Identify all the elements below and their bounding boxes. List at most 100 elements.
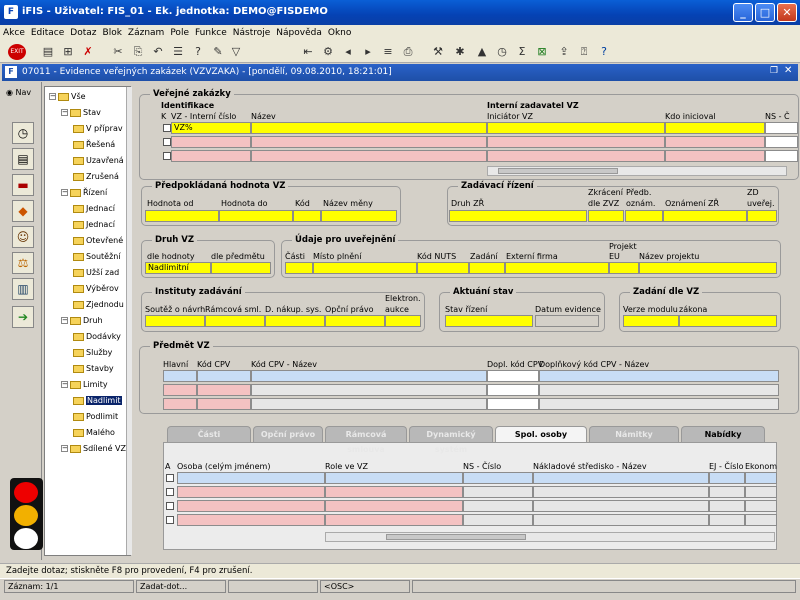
tools-icon[interactable]: ✎ [210, 44, 226, 60]
soutez-field[interactable] [145, 315, 205, 327]
tree-item[interactable]: Otevřené [73, 235, 123, 247]
menu-nastroje[interactable]: Nástroje [230, 28, 274, 38]
settings-icon[interactable]: ≡ [380, 44, 396, 60]
tree-item[interactable]: Malého [73, 427, 115, 439]
tree-item[interactable]: Užší zad [73, 267, 119, 279]
osoby-cell[interactable] [745, 500, 777, 512]
osoby-cell[interactable] [745, 514, 777, 526]
first-icon[interactable]: ⇤ [300, 44, 316, 60]
export-icon[interactable]: ⇪ [556, 44, 572, 60]
predmet-row2-kod[interactable] [197, 384, 251, 396]
tree-item[interactable]: Řešená [73, 139, 115, 151]
dle-predmetu-field[interactable] [211, 262, 271, 274]
prev-icon[interactable]: ◂ [340, 44, 356, 60]
copy-icon[interactable]: ⎘ [130, 44, 146, 60]
info-icon[interactable]: ? [596, 44, 612, 60]
osoby-cell[interactable] [325, 486, 463, 498]
menu-zaznam[interactable]: Záznam [125, 28, 167, 38]
osoby-cell[interactable] [709, 500, 745, 512]
osoby-cell[interactable] [325, 472, 463, 484]
osoby-cell[interactable] [177, 500, 325, 512]
osoby-cell[interactable] [533, 500, 709, 512]
kod-field[interactable] [293, 210, 321, 222]
osoby-cell[interactable] [463, 500, 533, 512]
minimize-button[interactable]: _ [733, 3, 753, 22]
zakona-field[interactable] [679, 315, 777, 327]
aukce-field[interactable] [385, 315, 421, 327]
execute-icon[interactable]: ⚙ [320, 44, 336, 60]
tree-item[interactable]: Podlimit [73, 411, 118, 423]
scales-button[interactable]: ⚖ [12, 252, 34, 274]
tab-namitky[interactable]: Námitky [589, 426, 679, 442]
scissors-icon[interactable]: ✂ [110, 44, 126, 60]
row1-checkbox[interactable] [163, 124, 171, 132]
dle-hodnoty-field[interactable]: Nadlimitní [145, 262, 211, 274]
expand-icon[interactable]: − [61, 445, 68, 452]
menu-napoveda[interactable]: Nápověda [273, 28, 325, 38]
ramcova-field[interactable] [205, 315, 265, 327]
expand-icon[interactable]: − [49, 93, 56, 100]
excel-icon[interactable]: ⊠ [534, 44, 550, 60]
osoby-cell[interactable] [463, 486, 533, 498]
notebook-button[interactable]: ▤ [12, 148, 34, 170]
osoby-cell[interactable] [533, 486, 709, 498]
dns-field[interactable] [265, 315, 325, 327]
tree-item[interactable]: − Limity [61, 379, 108, 391]
zkraceni-field[interactable] [588, 210, 624, 222]
predmet-row2-hlavni[interactable] [163, 384, 197, 396]
predb-field[interactable] [625, 210, 663, 222]
mena-field[interactable] [321, 210, 397, 222]
vz-hscrollbar[interactable] [487, 166, 787, 176]
nazev-projektu-field[interactable] [639, 262, 777, 274]
form-close-icon[interactable]: ✕ [784, 65, 792, 76]
tree-item[interactable]: − Sdílené VZ [61, 443, 126, 455]
casti-field[interactable] [285, 262, 313, 274]
tab-ramcova-smlouva[interactable]: Rámcová smlouva [325, 426, 407, 454]
next-icon[interactable]: ▸ [360, 44, 376, 60]
row1-name-field[interactable] [251, 122, 487, 134]
maximize-button[interactable]: □ [755, 3, 775, 22]
exit-icon[interactable]: EXIT [8, 44, 26, 60]
osoby-cell[interactable] [745, 472, 777, 484]
print-icon[interactable]: ⎙ [400, 44, 416, 60]
delete-icon[interactable]: ✗ [80, 44, 96, 60]
row2-ns-field[interactable] [765, 136, 798, 148]
menu-funkce[interactable]: Funkce [192, 28, 230, 38]
clock-icon[interactable]: ◷ [494, 44, 510, 60]
tree-item[interactable]: Výběrov [73, 283, 119, 295]
sum-icon[interactable]: Σ [514, 44, 530, 60]
hodnota-od-field[interactable] [145, 210, 219, 222]
tree-item[interactable]: Zrušená [73, 171, 119, 183]
tab-casti[interactable]: Části [167, 426, 251, 442]
expand-icon[interactable]: − [61, 317, 68, 324]
osoby-cell[interactable] [709, 486, 745, 498]
tree-item[interactable]: Zjednodu [73, 299, 124, 311]
nav-radio[interactable]: ◉ Nav [6, 88, 31, 97]
row2-id-field[interactable] [171, 136, 251, 148]
verze-field[interactable] [623, 315, 679, 327]
osoby-cell[interactable] [325, 500, 463, 512]
tree-item[interactable]: Dodávky [73, 331, 121, 343]
hodnota-do-field[interactable] [219, 210, 293, 222]
expand-icon[interactable]: − [61, 189, 68, 196]
gear-icon[interactable]: ✱ [452, 44, 468, 60]
menu-okno[interactable]: Okno [325, 28, 355, 38]
osoby-cell[interactable] [325, 514, 463, 526]
osoby-cell[interactable] [463, 514, 533, 526]
predmet-row1-dopl-nazev[interactable] [539, 370, 779, 382]
row1-kdo-field[interactable] [665, 122, 765, 134]
tree-item[interactable]: Soutěžní [73, 251, 121, 263]
row2-iniciator-field[interactable] [487, 136, 665, 148]
predmet-row1-kod[interactable] [197, 370, 251, 382]
osoby-cell[interactable] [745, 486, 777, 498]
stav-rizeni-field[interactable] [445, 315, 533, 327]
expand-icon[interactable]: − [61, 109, 68, 116]
tree-item[interactable]: Služby [73, 347, 112, 359]
osoby-row-checkbox[interactable] [166, 488, 174, 496]
tools-icon-2[interactable]: ⚒ [430, 44, 446, 60]
osoby-cell[interactable] [709, 514, 745, 526]
osoby-cell[interactable] [533, 472, 709, 484]
tree-item[interactable]: Jednací [73, 219, 115, 231]
person-button[interactable]: ☺ [12, 226, 34, 248]
expand-icon[interactable]: − [61, 381, 68, 388]
